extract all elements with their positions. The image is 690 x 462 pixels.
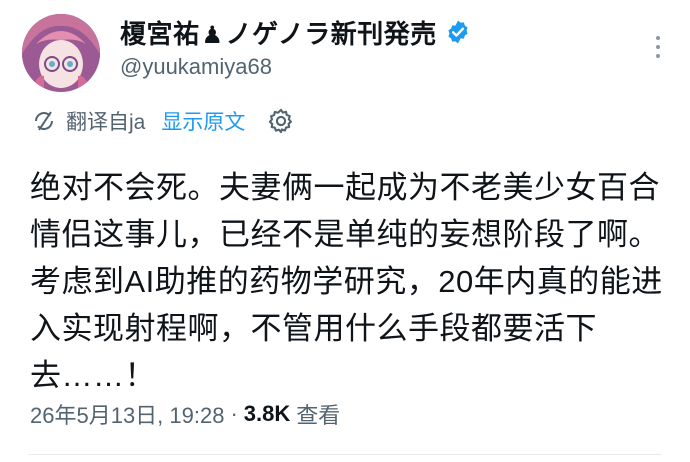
avatar-image (22, 14, 100, 92)
tweet-meta: 26年5月13日, 19:28 · 3.8K 查看 (30, 398, 340, 430)
display-name-part1: 榎宮祐 (120, 18, 200, 49)
translated-from-label: 翻译自ja (66, 111, 146, 134)
translation-bar: 翻译自ja 显示原文 (32, 106, 295, 136)
verified-badge-icon (448, 20, 468, 44)
timestamp[interactable]: 26年5月13日, 19:28 (30, 398, 224, 430)
name-row: 榎宮祐♟ノゲノラ新刊発売 (120, 12, 670, 52)
tweet-header: 榎宮祐♟ノゲノラ新刊発売 @yuukamiya68 (120, 12, 670, 80)
display-name[interactable]: 榎宮祐♟ノゲノラ新刊発売 (120, 14, 437, 51)
views-count: 3.8K (243, 401, 291, 426)
display-name-part2: ノゲノラ新刊発売 (225, 18, 437, 49)
views-label: 查看 (296, 403, 341, 428)
translate-icon (35, 111, 53, 131)
avatar[interactable] (22, 14, 100, 92)
gear-icon[interactable] (267, 107, 295, 135)
meta-separator: · (230, 401, 238, 426)
tweet-text: 绝对不会死。夫妻俩一起成为不老美少女百合情侣这事儿，已经不是单纯的妄想阶段了啊。… (30, 170, 663, 393)
chess-pawn-icon: ♟ (201, 21, 224, 49)
show-original-link[interactable]: 显示原文 (161, 106, 245, 136)
more-options-icon[interactable] (654, 36, 662, 58)
user-handle[interactable]: @yuukamiya68 (120, 54, 670, 80)
divider (28, 454, 662, 455)
